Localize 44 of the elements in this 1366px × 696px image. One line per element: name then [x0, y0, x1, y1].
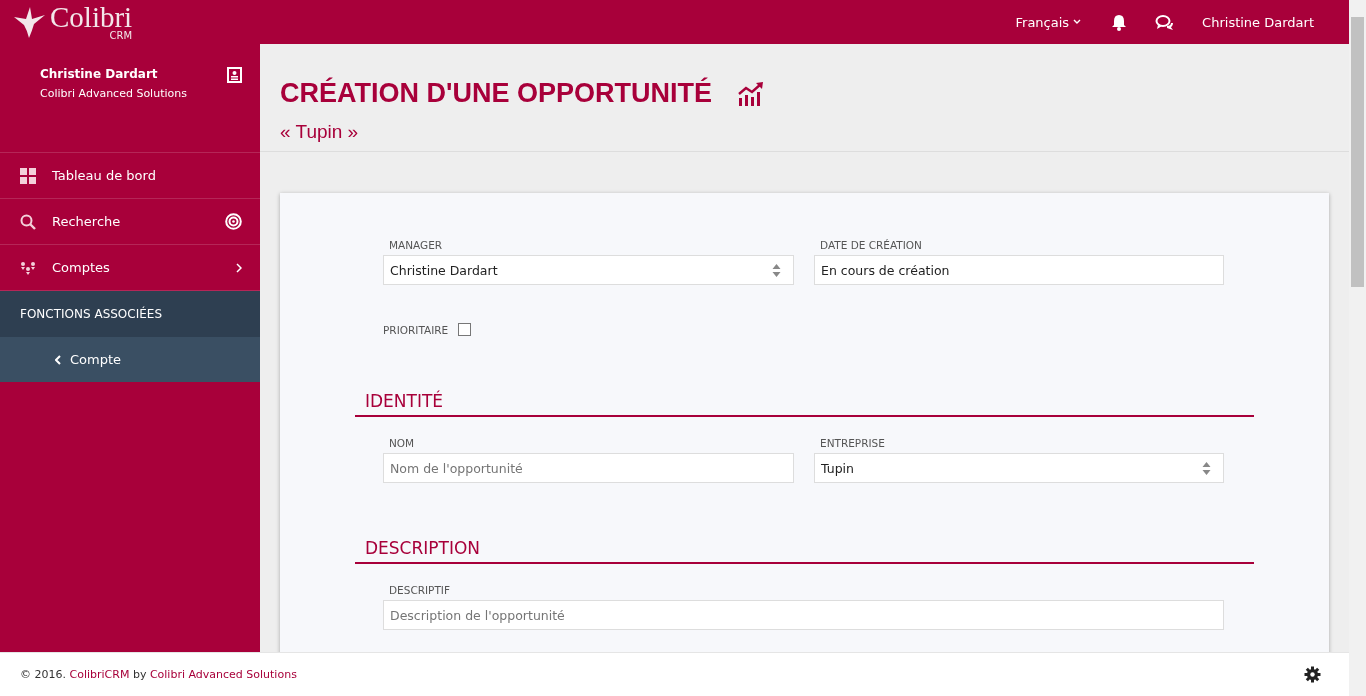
company-name: Colibri Advanced Solutions — [40, 87, 188, 100]
chevron-left-icon — [55, 354, 61, 365]
chat-icon[interactable] — [1155, 13, 1175, 31]
user-name: Christine Dardart — [40, 67, 159, 81]
profile-card-icon[interactable] — [227, 67, 242, 83]
logo-text: Colibri — [50, 3, 133, 32]
page-subtitle: « Tupin » — [280, 121, 360, 143]
field-label: DESCRIPTIF — [389, 584, 451, 596]
chart-growth-icon — [737, 81, 765, 106]
page-title: CRÉATION D'UNE OPPORTUNITÉ — [280, 78, 712, 109]
settings-icon[interactable] — [1304, 666, 1321, 683]
search-icon — [20, 213, 36, 230]
field-label: ENTREPRISE — [820, 437, 886, 449]
chevron-right-icon — [236, 262, 242, 273]
section-heading: DESCRIPTION — [355, 538, 1254, 564]
bell-icon[interactable] — [1111, 13, 1128, 31]
sidebar-item[interactable]: Recherche — [0, 199, 260, 245]
people-icon — [20, 260, 36, 275]
input-field[interactable]: Description de l'opportunité — [383, 600, 1224, 630]
priority-checkbox[interactable] — [458, 323, 472, 336]
sidebar-subitem[interactable]: Compte — [0, 337, 260, 382]
logo-subtitle: CRM — [109, 31, 133, 41]
copyright-text: © 2016. ColibriCRM by Colibri Advanced Solutions — [20, 668, 297, 681]
sidebar-item[interactable]: Tableau de bord — [0, 153, 260, 199]
field-label: NOM — [389, 437, 416, 449]
select-field[interactable]: Tupin — [814, 453, 1224, 483]
sort-arrows-icon — [772, 262, 781, 278]
language-dropdown[interactable]: Français — [1015, 14, 1082, 30]
section-header: FONCTIONS ASSOCIÉES — [0, 291, 260, 337]
target-icon — [225, 213, 242, 230]
sort-arrows-icon — [1202, 460, 1211, 476]
product-link[interactable]: ColibriCRM — [69, 668, 130, 681]
section-heading: IDENTITÉ — [355, 391, 1254, 417]
field-label: DATE DE CRÉATION — [820, 239, 923, 251]
checkbox-label: PRIORITAIRE — [383, 323, 449, 336]
user-name[interactable]: Christine Dardart — [1202, 14, 1314, 30]
field-label: MANAGER — [389, 239, 444, 251]
input-field[interactable]: En cours de création — [814, 255, 1224, 285]
chevron-down-icon — [1073, 19, 1082, 25]
grid-icon — [20, 167, 36, 184]
company-link[interactable]: Colibri Advanced Solutions — [149, 668, 297, 681]
select-field[interactable]: Christine Dardart — [383, 255, 794, 285]
scrollbar[interactable] — [1349, 0, 1366, 696]
input-field[interactable]: Nom de l'opportunité — [383, 453, 794, 483]
